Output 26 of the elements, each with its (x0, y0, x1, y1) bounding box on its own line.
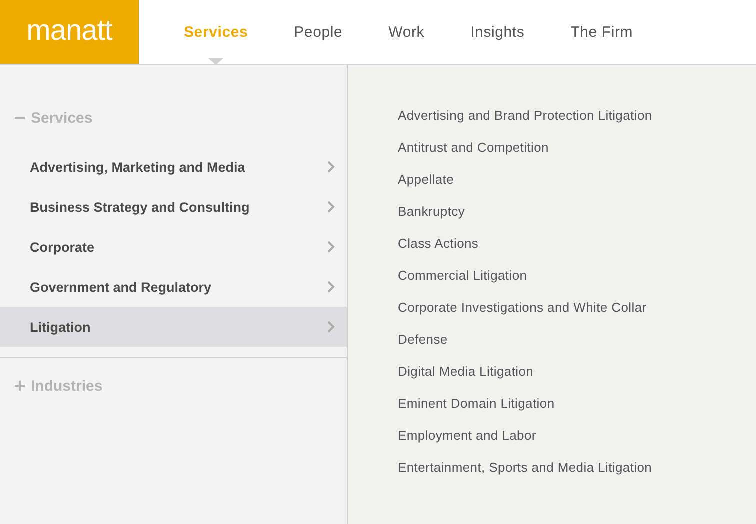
submenu-link[interactable]: Bankruptcy (398, 202, 756, 221)
menu-item[interactable]: Litigation (0, 307, 347, 347)
chevron-icon (327, 321, 335, 333)
chevron-icon (327, 201, 335, 213)
submenu-link[interactable]: Commercial Litigation (398, 266, 756, 285)
submenu-link[interactable]: Employment and Labor (398, 426, 756, 445)
chevron-icon (327, 241, 335, 253)
submenu-link[interactable]: Defense (398, 330, 756, 349)
nav-link[interactable]: Work (378, 24, 435, 40)
menu-item[interactable]: Corporate (0, 227, 347, 267)
chevron-icon (327, 161, 335, 173)
chevron-icon (327, 281, 335, 293)
submenu-link[interactable]: Digital Media Litigation (398, 362, 756, 381)
nav-link[interactable]: Insights (460, 24, 535, 40)
submenu-link[interactable]: Appellate (398, 170, 756, 189)
submenu-link[interactable]: Class Actions (398, 234, 756, 253)
submenu-link[interactable]: Entertainment, Sports and Media Litigation (398, 458, 756, 477)
submenu-link[interactable]: Eminent Domain Litigation (398, 394, 756, 413)
nav-link[interactable]: The Firm (560, 24, 644, 40)
menu-item[interactable]: Business Strategy and Consulting (0, 187, 347, 227)
submenu-link[interactable]: Advertising and Brand Protection Litigation (398, 106, 756, 125)
menu-item[interactable]: Advertising, Marketing and Media (0, 147, 347, 187)
submenu-link[interactable]: Corporate Investigations and White Collar (398, 298, 756, 317)
nav-link[interactable]: People (284, 24, 353, 40)
menu-item[interactable]: Government and Regulatory (0, 267, 347, 307)
submenu-link[interactable]: Antitrust and Competition (398, 138, 756, 157)
